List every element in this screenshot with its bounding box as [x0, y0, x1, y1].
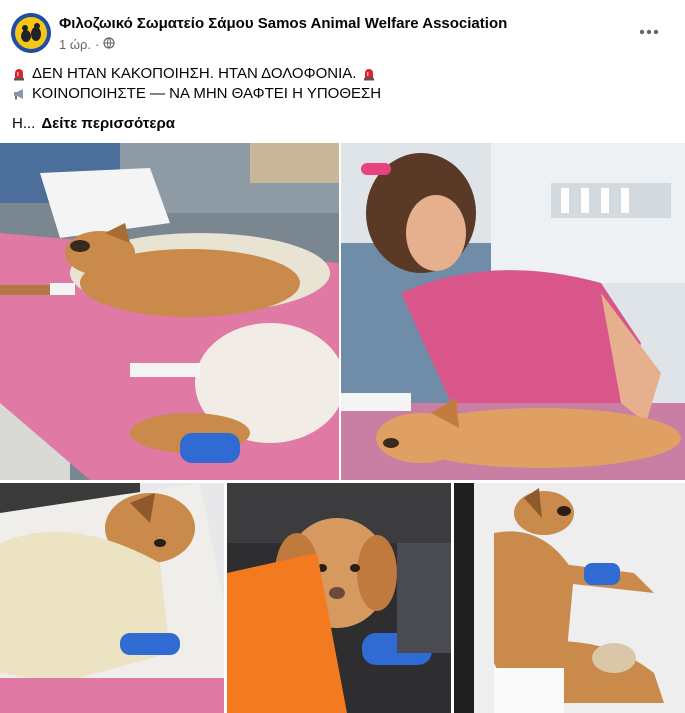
- more-options-icon[interactable]: [637, 20, 661, 44]
- post-text-headline: ΔΕΝ ΗΤΑΝ ΚΑΚΟΠΟΙΗΣΗ. ΗΤΑΝ ΔΟΛΟΦΟΝΙΑ.: [32, 65, 357, 82]
- page-name[interactable]: Φιλοζωικό Σωματείο Σάμου Samos Animal We…: [59, 15, 507, 32]
- post-text-truncated: Η...: [12, 115, 36, 132]
- photo-dog-orange-blanket[interactable]: [227, 483, 451, 713]
- megaphone-icon: [12, 87, 26, 101]
- post-text-line-2: ΚΟΙΝΟΠΟΙΗΣΤΕ — ΝΑ ΜΗΝ ΘΑΦΤΕΙ Η ΥΠΟΘΕΣΗ: [12, 84, 672, 104]
- post-header: Φιλοζωικό Σωματείο Σάμου Samos Animal We…: [0, 0, 685, 60]
- post-text: ΔΕΝ ΗΤΑΝ ΚΑΚΟΠΟΙΗΣΗ. ΗΤΑΝ ΔΟΛΟΦΟΝΙΑ. ΚΟΙ…: [12, 64, 672, 134]
- siren-icon: [12, 67, 26, 81]
- facebook-post: Φιλοζωικό Σωματείο Σάμου Samos Animal We…: [0, 0, 685, 713]
- siren-icon: [362, 67, 376, 81]
- photo-dog-under-blanket[interactable]: [0, 483, 224, 713]
- post-text-line-3: Η... Δείτε περισσότερα: [12, 114, 672, 134]
- post-time[interactable]: 1 ώρ.: [59, 37, 91, 52]
- see-more-link[interactable]: Δείτε περισσότερα: [41, 114, 175, 134]
- globe-icon: [103, 37, 115, 52]
- photo-vet-treating-dog[interactable]: [341, 143, 685, 480]
- post-text-call-to-share: ΚΟΙΝΟΠΟΙΗΣΤΕ — ΝΑ ΜΗΝ ΘΑΦΤΕΙ Η ΥΠΟΘΕΣΗ: [32, 85, 382, 102]
- photo-dog-lying-bandaged[interactable]: [454, 483, 685, 713]
- page-avatar[interactable]: [11, 13, 51, 53]
- photo-grid: [0, 143, 685, 713]
- photo-dog-on-vet-table[interactable]: [0, 143, 339, 480]
- meta-separator: ·: [95, 37, 100, 52]
- post-text-line-1: ΔΕΝ ΗΤΑΝ ΚΑΚΟΠΟΙΗΣΗ. ΗΤΑΝ ΔΟΛΟΦΟΝΙΑ.: [12, 64, 672, 84]
- post-meta: 1 ώρ. ·: [59, 37, 115, 52]
